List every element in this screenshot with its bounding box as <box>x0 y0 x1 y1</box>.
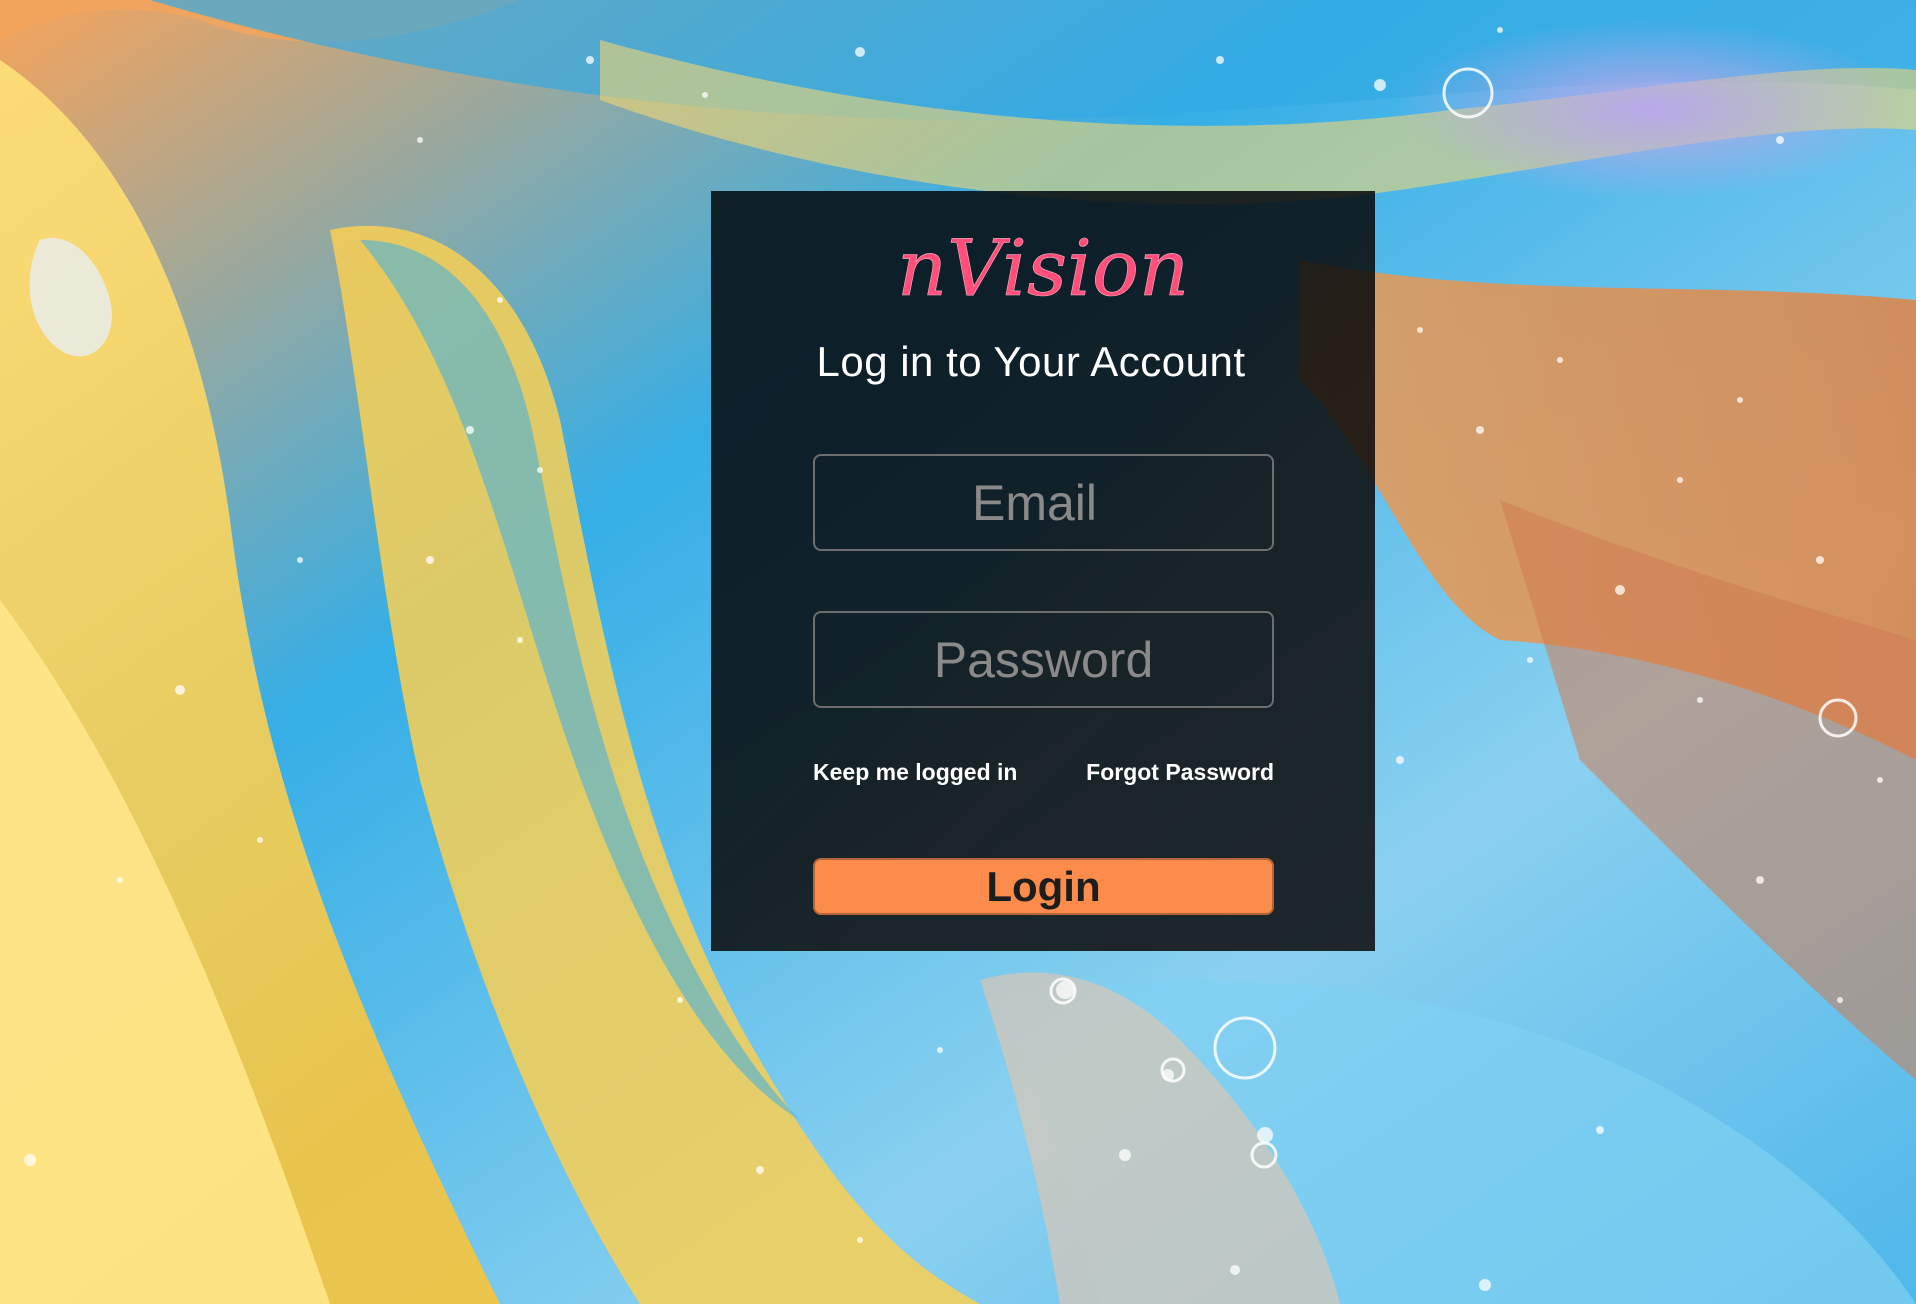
page-title: Log in to Your Account <box>816 338 1246 385</box>
login-options: Keep me logged in Forgot Password <box>813 759 1274 786</box>
email-input[interactable] <box>813 454 1274 551</box>
password-input[interactable] <box>813 611 1274 708</box>
logo-text: nVision <box>897 224 1189 314</box>
nvision-logo: nVision <box>711 215 1375 325</box>
keep-logged-in-link[interactable]: Keep me logged in <box>813 759 1017 786</box>
login-card: nVision Log in to Your Account Keep me l… <box>711 191 1375 951</box>
forgot-password-link[interactable]: Forgot Password <box>1086 759 1274 786</box>
login-button[interactable]: Login <box>813 858 1274 915</box>
